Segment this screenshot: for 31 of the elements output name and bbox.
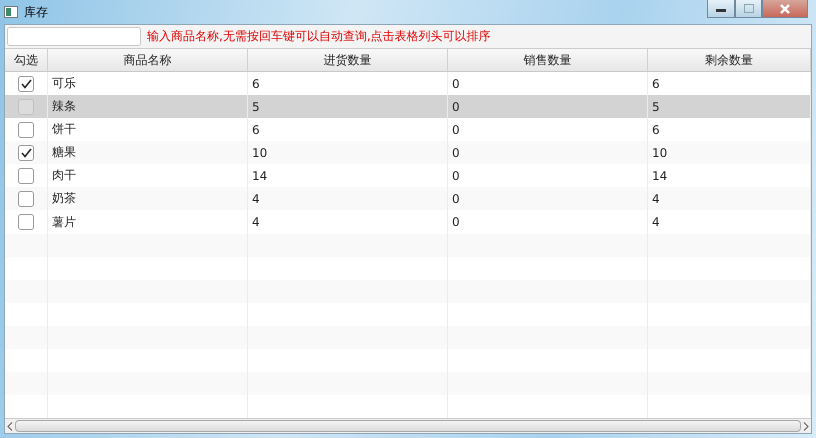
search-field[interactable] — [7, 27, 141, 46]
check-icon — [20, 78, 32, 89]
table-row[interactable]: 辣条 5 0 5 — [5, 95, 811, 118]
checkbox[interactable] — [18, 144, 34, 161]
checkbox[interactable] — [18, 190, 34, 207]
minimize-button[interactable] — [707, 0, 735, 18]
scroll-thumb[interactable] — [15, 420, 801, 432]
table-row[interactable]: 糖果 10 0 10 — [5, 141, 811, 164]
search-hint: 输入商品名称,无需按回车键可以自动查询,点击表格列头可以排序 — [147, 28, 491, 45]
column-header[interactable]: 进货数量 — [248, 49, 448, 72]
close-icon — [780, 4, 790, 14]
maximize-icon — [744, 4, 754, 13]
checkbox[interactable] — [18, 214, 34, 230]
horizontal-scrollbar[interactable] — [5, 418, 811, 433]
checkbox[interactable] — [18, 122, 34, 138]
app-icon — [4, 6, 18, 18]
scroll-right-icon[interactable] — [803, 422, 809, 430]
column-header[interactable]: 勾选 — [5, 49, 48, 72]
scroll-left-icon[interactable] — [7, 422, 13, 430]
checkbox[interactable] — [18, 168, 34, 184]
column-header[interactable]: 剩余数量 — [648, 49, 811, 72]
close-button[interactable] — [762, 0, 808, 18]
check-icon — [20, 148, 32, 158]
window-title: 库存 — [24, 4, 49, 20]
table-row[interactable]: 肉干 14 0 14 — [5, 164, 811, 188]
column-header[interactable]: 商品名称 — [48, 49, 248, 72]
table-row[interactable]: 饼干 6 0 6 — [5, 118, 811, 142]
column-header[interactable]: 销售数量 — [448, 49, 648, 72]
table-row[interactable]: 奶茶 4 0 4 — [5, 187, 811, 210]
checkbox[interactable] — [18, 98, 34, 115]
checkbox[interactable] — [18, 76, 34, 92]
